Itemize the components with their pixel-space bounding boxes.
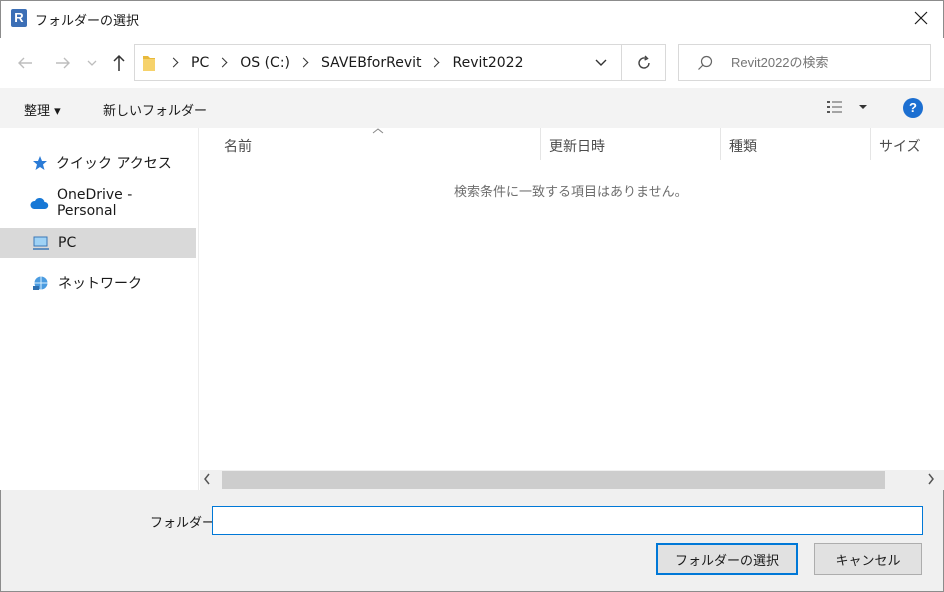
search-input[interactable] [729,54,919,71]
column-divider[interactable] [540,128,541,160]
select-folder-button[interactable]: フォルダーの選択 [656,543,798,575]
scroll-left-button[interactable] [203,473,211,489]
view-options-button[interactable] [826,100,868,114]
chevron-right-icon [928,473,934,485]
arrow-right-icon [56,57,70,69]
sidebar-item-pc[interactable]: PC [0,228,196,258]
folder-icon [143,55,155,71]
search-icon [698,55,713,70]
caret-down-icon [859,105,867,109]
address-bar[interactable]: PC OS (C:) SAVEBforRevit Revit2022 [134,44,622,81]
column-header-type[interactable]: 種類 [729,136,757,156]
sidebar-item-label: クイック アクセス [56,156,172,172]
column-header-modified[interactable]: 更新日時 [549,136,605,156]
breadcrumb-pc[interactable]: PC [189,55,211,71]
star-icon [33,156,47,170]
back-button[interactable] [14,52,36,74]
sidebar-item-label: PC [58,235,77,251]
cancel-button[interactable]: キャンセル [814,543,922,575]
app-icon: R [11,9,27,27]
arrow-left-icon [18,57,32,69]
computer-icon [33,236,49,250]
list-view-icon [827,101,842,113]
search-box[interactable] [678,44,931,81]
sort-ascending-icon [372,128,384,134]
sidebar-item-label: ネットワーク [58,276,142,292]
chevron-right-icon [168,57,179,68]
forward-button[interactable] [52,52,74,74]
breadcrumb-revit2022[interactable]: Revit2022 [450,55,525,71]
empty-message: 検索条件に一致する項目はありません。 [454,185,688,200]
arrow-up-icon [113,54,125,71]
folder-name-input[interactable] [212,506,923,535]
column-header-name[interactable]: 名前 [224,136,252,156]
folder-label: フォルダー: [150,516,220,531]
recent-locations-button[interactable] [84,52,100,74]
new-folder-button[interactable]: 新しいフォルダー [103,100,207,119]
up-button[interactable] [108,52,130,74]
organize-button[interactable]: 整理 ▾ [24,100,61,119]
refresh-button[interactable] [622,44,666,81]
sidebar-item-quick-access[interactable]: クイック アクセス [0,148,196,178]
scroll-right-button[interactable] [927,473,935,489]
chevron-right-icon [430,57,440,68]
navigation-pane [0,128,199,490]
cloud-icon [30,197,49,209]
window-title: フォルダーの選択 [35,14,140,29]
sidebar-item-onedrive[interactable]: OneDrive - Personal [0,187,196,219]
chevron-down-icon [87,60,97,66]
column-divider[interactable] [870,128,871,160]
column-divider[interactable] [720,128,721,160]
breadcrumb-drive[interactable]: OS (C:) [238,55,292,71]
close-icon [914,11,928,25]
close-button[interactable] [898,0,944,36]
sidebar-item-network[interactable]: ネットワーク [0,268,196,298]
title-bar [0,0,944,38]
chevron-right-icon [298,57,309,68]
breadcrumb-savebforrevit[interactable]: SAVEBforRevit [319,55,423,71]
sidebar-item-label: OneDrive - Personal [56,187,133,219]
refresh-icon [637,55,650,69]
help-button[interactable]: ? [903,98,923,118]
chevron-left-icon [204,473,210,485]
chevron-down-icon[interactable] [595,59,607,67]
scrollbar-thumb[interactable] [222,471,885,489]
chevron-right-icon [217,57,228,68]
network-icon [33,276,48,290]
column-header-size[interactable]: サイズ [879,136,921,156]
